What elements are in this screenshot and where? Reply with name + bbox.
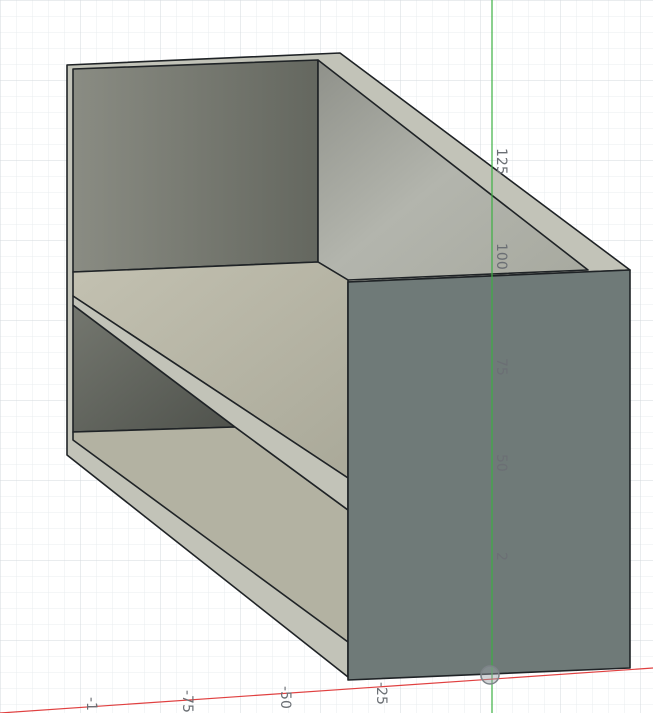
tick-label: -25 <box>373 682 389 705</box>
tick-label: 100 <box>493 243 509 270</box>
tick-label: -75 <box>179 690 195 713</box>
tick-label: -1 <box>83 697 99 711</box>
tick-label: 50 <box>493 454 509 472</box>
tick-label: 2 <box>493 552 509 561</box>
back-wall-inner <box>72 59 319 273</box>
tick-label: -50 <box>277 686 293 709</box>
front-face <box>347 269 631 681</box>
cad-3d-viewport[interactable]: 125 100 75 50 2 -1 -75 -50 -25 <box>0 0 653 713</box>
tick-label: 75 <box>493 358 509 376</box>
origin-marker[interactable] <box>480 665 500 685</box>
tick-label: 125 <box>493 148 509 175</box>
